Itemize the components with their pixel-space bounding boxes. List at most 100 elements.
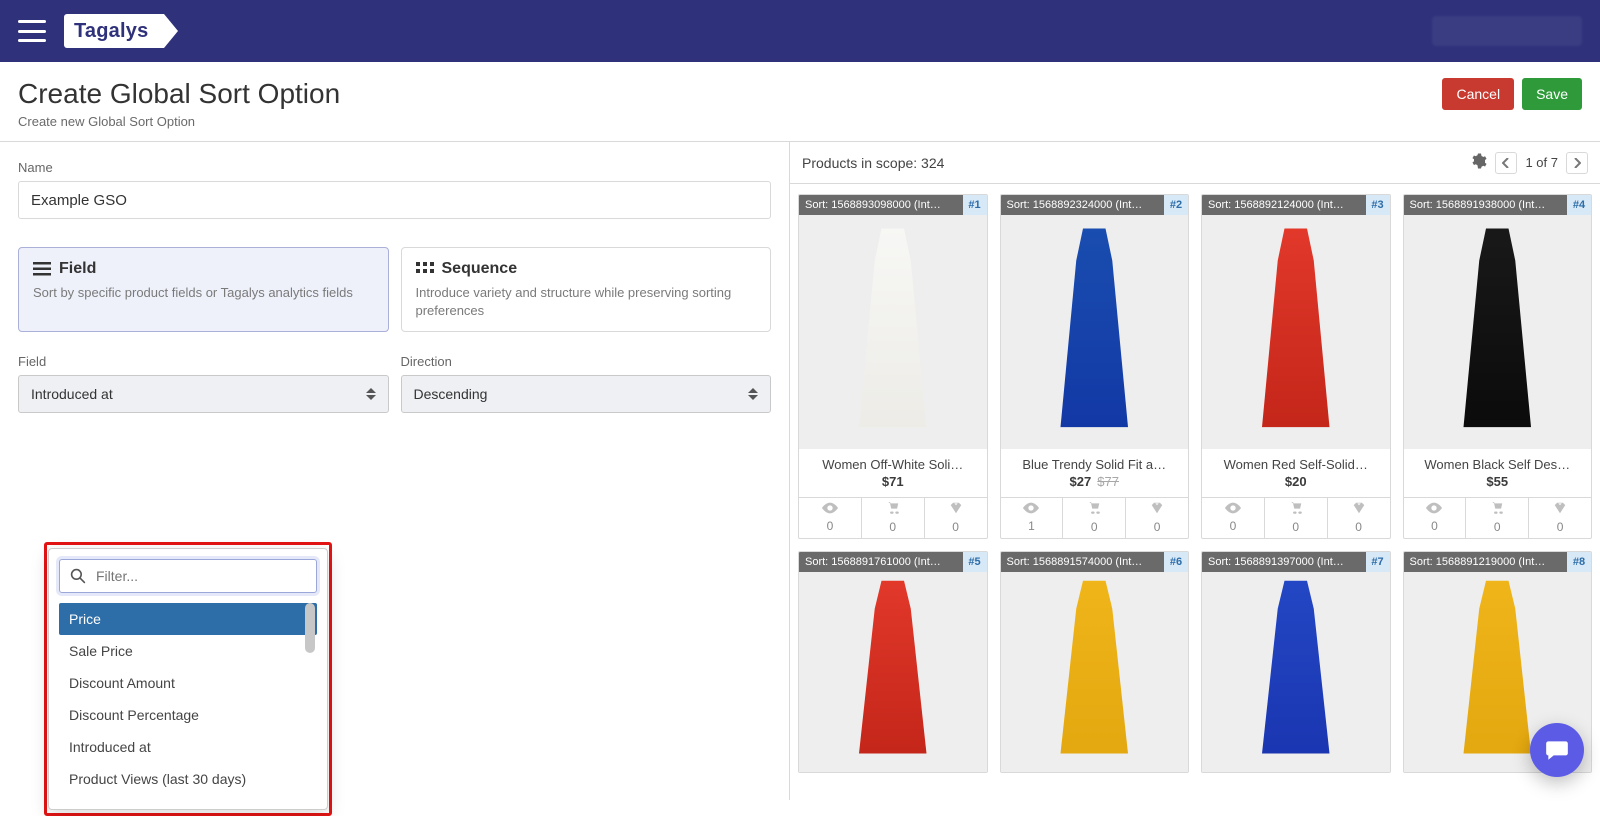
product-price: $27$77 [1001,474,1189,497]
sort-badge: Sort: 1568891938000 (Int… [1404,195,1568,215]
bag-icon [1150,501,1164,518]
dropdown-option[interactable]: Sale Price [59,635,317,667]
grid-icon [416,262,434,276]
rank-badge: #5 [963,552,987,572]
eye-icon [1023,502,1039,517]
stat-buys: 0 [1529,498,1591,538]
sort-badge: Sort: 1568891397000 (Int… [1202,552,1366,572]
product-card[interactable]: Sort: 1568891938000 (Int…#4Women Black S… [1403,194,1593,539]
brand-text: Tagalys [74,20,148,43]
cart-icon [1289,501,1303,518]
bag-icon [1352,501,1366,518]
choice-sequence[interactable]: Sequence Introduce variety and structure… [401,247,772,332]
pager-prev-button[interactable] [1495,152,1517,174]
list-icon [33,262,51,276]
chevron-sort-icon [366,386,378,402]
sort-badge: Sort: 1568892124000 (Int… [1202,195,1366,215]
chevron-left-icon [1502,158,1510,168]
cart-icon [1087,501,1101,518]
product-card[interactable]: Sort: 1568891761000 (Int…#5 [798,551,988,774]
chevron-sort-icon [748,386,760,402]
product-image: Sort: 1568891397000 (Int…#7 [1202,552,1390,773]
product-card[interactable]: Sort: 1568893098000 (Int…#1 Women Off-Whi… [798,194,988,539]
dropdown-option[interactable]: Introduced at [59,731,317,763]
sort-badge: Sort: 1568891761000 (Int… [799,552,963,572]
dropdown-list[interactable]: PriceSale PriceDiscount AmountDiscount P… [59,603,317,801]
product-image: Sort: 1568891938000 (Int…#4 [1404,195,1592,449]
product-image: Sort: 1568891574000 (Int…#6 [1001,552,1189,773]
chat-icon[interactable] [1530,723,1584,777]
choice-field-title: Field [59,260,96,278]
direction-select-value: Descending [414,386,488,402]
product-image: Sort: 1568892324000 (Int…#2 [1001,195,1189,449]
cancel-button[interactable]: Cancel [1442,78,1514,110]
sort-badge: Sort: 1568891574000 (Int… [1001,552,1165,572]
title-actions: Cancel Save [1442,78,1582,110]
eye-icon [822,502,838,517]
topbar: Tagalys [0,0,1600,62]
name-input[interactable] [18,181,771,219]
product-stats: 100 [1001,497,1189,538]
product-name: Women Black Self Des… [1404,449,1592,474]
menu-icon[interactable] [18,20,46,42]
sort-type-choices: Field Sort by specific product fields or… [18,247,771,332]
stat-carts: 0 [1466,498,1529,538]
rank-badge: #4 [1567,195,1591,215]
product-name: Blue Trendy Solid Fit a… [1001,449,1189,474]
field-dropdown-panel: PriceSale PriceDiscount AmountDiscount P… [48,548,328,810]
scope-text: Products in scope: 324 [802,155,944,171]
product-card[interactable]: Sort: 1568892324000 (Int…#2Blue Trendy S… [1000,194,1190,539]
dropdown-filter-input[interactable] [94,567,306,585]
field-select[interactable]: Introduced at [18,375,389,413]
sort-badge: Sort: 1568892324000 (Int… [1001,195,1165,215]
save-button[interactable]: Save [1522,78,1582,110]
pager-next-button[interactable] [1566,152,1588,174]
content: Name Field Sort by specific product fiel… [0,142,1600,800]
stat-buys: 0 [1126,498,1188,538]
scope-bar: Products in scope: 324 1 of 7 [790,142,1600,184]
account-area[interactable] [1432,16,1582,46]
stat-buys: 0 [1328,498,1390,538]
dropdown-scrollbar[interactable] [305,603,315,801]
product-card[interactable]: Sort: 1568891397000 (Int…#7 [1201,551,1391,774]
field-select-value: Introduced at [31,386,113,402]
bag-icon [949,501,963,518]
product-card[interactable]: Sort: 1568892124000 (Int…#3Women Red Sel… [1201,194,1391,539]
stat-views: 0 [799,498,862,538]
stat-carts: 0 [862,498,925,538]
direction-select[interactable]: Descending [401,375,772,413]
product-name: Women Off-White Soli… [799,449,987,474]
dropdown-search[interactable] [59,559,317,593]
eye-icon [1225,502,1241,517]
product-price: $55 [1404,474,1592,497]
sort-badge: Sort: 1568893098000 (Int… [799,195,963,215]
dropdown-option[interactable]: Discount Amount [59,667,317,699]
gear-icon[interactable] [1469,152,1487,173]
choice-sequence-desc: Introduce variety and structure while pr… [416,284,757,319]
dropdown-option[interactable]: Product Views (last 30 days) [59,763,317,795]
rank-badge: #6 [1164,552,1188,572]
eye-icon [1426,502,1442,517]
product-card[interactable]: Sort: 1568891574000 (Int…#6 [1000,551,1190,774]
product-stats: 000 [1202,497,1390,538]
chevron-right-icon [1573,158,1581,168]
title-block: Create Global Sort Option Create new Glo… [18,78,340,129]
dropdown-option[interactable]: Add to Carts (last 30 days) [59,795,317,801]
product-image: Sort: 1568892124000 (Int…#3 [1202,195,1390,449]
dropdown-option[interactable]: Price [59,603,317,635]
rank-badge: #1 [963,195,987,215]
brand-logo[interactable]: Tagalys [64,14,164,48]
product-price: $20 [1202,474,1390,497]
field-dropdown: PriceSale PriceDiscount AmountDiscount P… [48,548,328,810]
stat-carts: 0 [1063,498,1126,538]
rank-badge: #2 [1164,195,1188,215]
dropdown-option[interactable]: Discount Percentage [59,699,317,731]
page-title: Create Global Sort Option [18,78,340,110]
cart-icon [886,501,900,518]
cart-icon [1490,501,1504,518]
page-subtitle: Create new Global Sort Option [18,114,340,129]
choice-field[interactable]: Field Sort by specific product fields or… [18,247,389,332]
titlebar: Create Global Sort Option Create new Glo… [0,62,1600,142]
search-icon [70,568,86,584]
product-image: Sort: 1568891761000 (Int…#5 [799,552,987,773]
